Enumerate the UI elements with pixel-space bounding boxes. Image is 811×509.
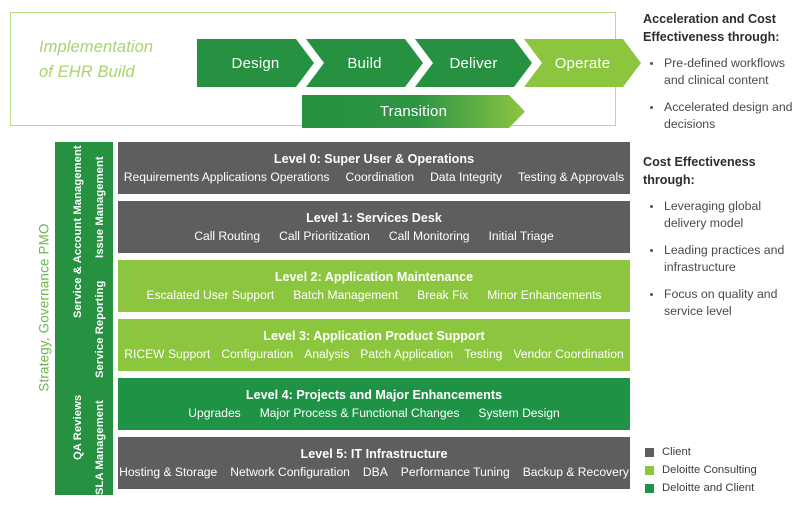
vertical-label-service-account-management: Service & Account Management	[72, 145, 84, 318]
level-title: Level 5: IT Infrastructure	[300, 446, 448, 461]
level-title: Level 0: Super User & Operations	[273, 151, 475, 166]
level-item: Vendor Coordination	[513, 346, 624, 361]
level-row-1[interactable]: Level 1: Services Desk Call Routing Call…	[118, 201, 630, 253]
level-item: Data Integrity	[430, 169, 502, 184]
legend-label: Client	[662, 446, 691, 458]
level-items: RICEW Support Configuration Analysis Pat…	[124, 347, 623, 362]
level-item: Call Monitoring	[388, 228, 470, 243]
level-item: Network Configuration	[230, 464, 350, 479]
strategy-governance-label: Strategy, Governance PMO	[36, 223, 52, 392]
acceleration-heading: Acceleration and Cost Effectiveness thro…	[643, 12, 780, 44]
legend-item-deloitte-consulting: Deloitte Consulting	[645, 464, 805, 476]
phase-chevron-operate[interactable]: Operate	[524, 39, 641, 87]
level-item: Call Routing	[194, 228, 261, 243]
phase-label-build: Build	[347, 54, 382, 72]
level-item: Major Process & Functional Changes	[259, 405, 460, 420]
level-row-5[interactable]: Level 5: IT Infrastructure Hosting & Sto…	[118, 437, 630, 489]
level-item: Coordination	[345, 169, 415, 184]
level-item: Break Fix	[417, 287, 469, 302]
level-item: Minor Enhancements	[487, 287, 602, 302]
legend: Client Deloitte Consulting Deloitte and …	[645, 446, 805, 500]
level-item: Testing & Approvals	[518, 169, 625, 184]
phase-chevron-design[interactable]: Design	[197, 39, 314, 87]
phase-label-deliver: Deliver	[449, 54, 498, 72]
level-item: Escalated User Support	[146, 287, 275, 302]
page-title-line-2: of EHR Build	[39, 63, 135, 81]
level-item: Performance Tuning	[400, 464, 510, 479]
level-item: Batch Management	[293, 287, 399, 302]
cost-effectiveness-heading: Cost Effectiveness through:	[643, 155, 756, 187]
cost-effectiveness-list: Leveraging global delivery model Leading…	[645, 198, 803, 319]
level-title: Level 2: Application Maintenance	[274, 269, 474, 284]
vertical-label-issue-management: Issue Management	[94, 156, 106, 258]
list-item: Accelerated design and decisions	[645, 99, 803, 132]
vertical-label-service-reporting: Service Reporting	[94, 280, 106, 378]
level-item: Initial Triage	[488, 228, 554, 243]
vertical-label-sla-management: SLA Management	[94, 400, 106, 495]
phase-label-design: Design	[231, 54, 280, 72]
legend-swatch-icon	[645, 465, 654, 475]
level-title: Level 4: Projects and Major Enhancements	[245, 387, 503, 402]
level-item: Hosting & Storage	[119, 464, 218, 479]
level-row-2[interactable]: Level 2: Application Maintenance Escalat…	[118, 260, 630, 312]
level-item: Testing	[464, 346, 503, 361]
level-item: Requirements Applications Operations	[123, 169, 330, 184]
level-title: Level 1: Services Desk	[306, 210, 442, 225]
level-item: DBA	[362, 464, 388, 479]
level-item: Patch Application	[360, 346, 454, 361]
legend-swatch-icon	[645, 447, 654, 457]
level-row-4[interactable]: Level 4: Projects and Major Enhancements…	[118, 378, 630, 430]
list-item: Pre-defined workflows and clinical conte…	[645, 55, 803, 88]
level-title: Level 3: Application Product Support	[263, 328, 485, 343]
level-item: RICEW Support	[124, 346, 211, 361]
list-item: Focus on quality and service level	[645, 286, 803, 319]
page-title: Implementation of EHR Build	[39, 35, 189, 85]
level-item: System Design	[478, 405, 560, 420]
phase-chevron-transition[interactable]: Transition	[302, 95, 525, 128]
phase-label-transition: Transition	[379, 103, 448, 120]
page-title-line-1: Implementation	[39, 38, 154, 56]
vertical-label-qa-reviews: QA Reviews	[72, 394, 84, 460]
level-row-3[interactable]: Level 3: Application Product Support RIC…	[118, 319, 630, 371]
legend-item-deloitte-and-client: Deloitte and Client	[645, 482, 805, 494]
legend-label: Deloitte Consulting	[662, 464, 757, 476]
legend-label: Deloitte and Client	[662, 482, 755, 494]
level-items: Call Routing Call Prioritization Call Mo…	[194, 229, 554, 244]
legend-item-client: Client	[645, 446, 805, 458]
level-item: Backup & Recovery	[522, 464, 629, 479]
level-items: Requirements Applications Operations Coo…	[124, 170, 624, 185]
level-item: Analysis	[304, 346, 350, 361]
level-row-0[interactable]: Level 0: Super User & Operations Require…	[118, 142, 630, 194]
list-item: Leveraging global delivery model	[645, 198, 803, 231]
acceleration-list: Pre-defined workflows and clinical conte…	[645, 55, 803, 132]
level-item: Upgrades	[188, 405, 241, 420]
implementation-header-panel: Implementation of EHR Build Design Build…	[10, 12, 616, 126]
legend-swatch-icon	[645, 483, 654, 493]
benefits-sidebar: Acceleration and Cost Effectiveness thro…	[643, 10, 803, 330]
level-item: Call Prioritization	[279, 228, 370, 243]
level-item: Configuration	[221, 346, 294, 361]
list-item: Leading practices and infrastructure	[645, 242, 803, 275]
phase-chevron-build[interactable]: Build	[306, 39, 423, 87]
phase-label-operate: Operate	[554, 54, 611, 72]
level-items: Hosting & Storage Network Configuration …	[119, 465, 629, 480]
level-items: Escalated User Support Batch Management …	[147, 288, 602, 303]
phase-chevron-deliver[interactable]: Deliver	[415, 39, 532, 87]
level-items: Upgrades Major Process & Functional Chan…	[188, 406, 559, 421]
